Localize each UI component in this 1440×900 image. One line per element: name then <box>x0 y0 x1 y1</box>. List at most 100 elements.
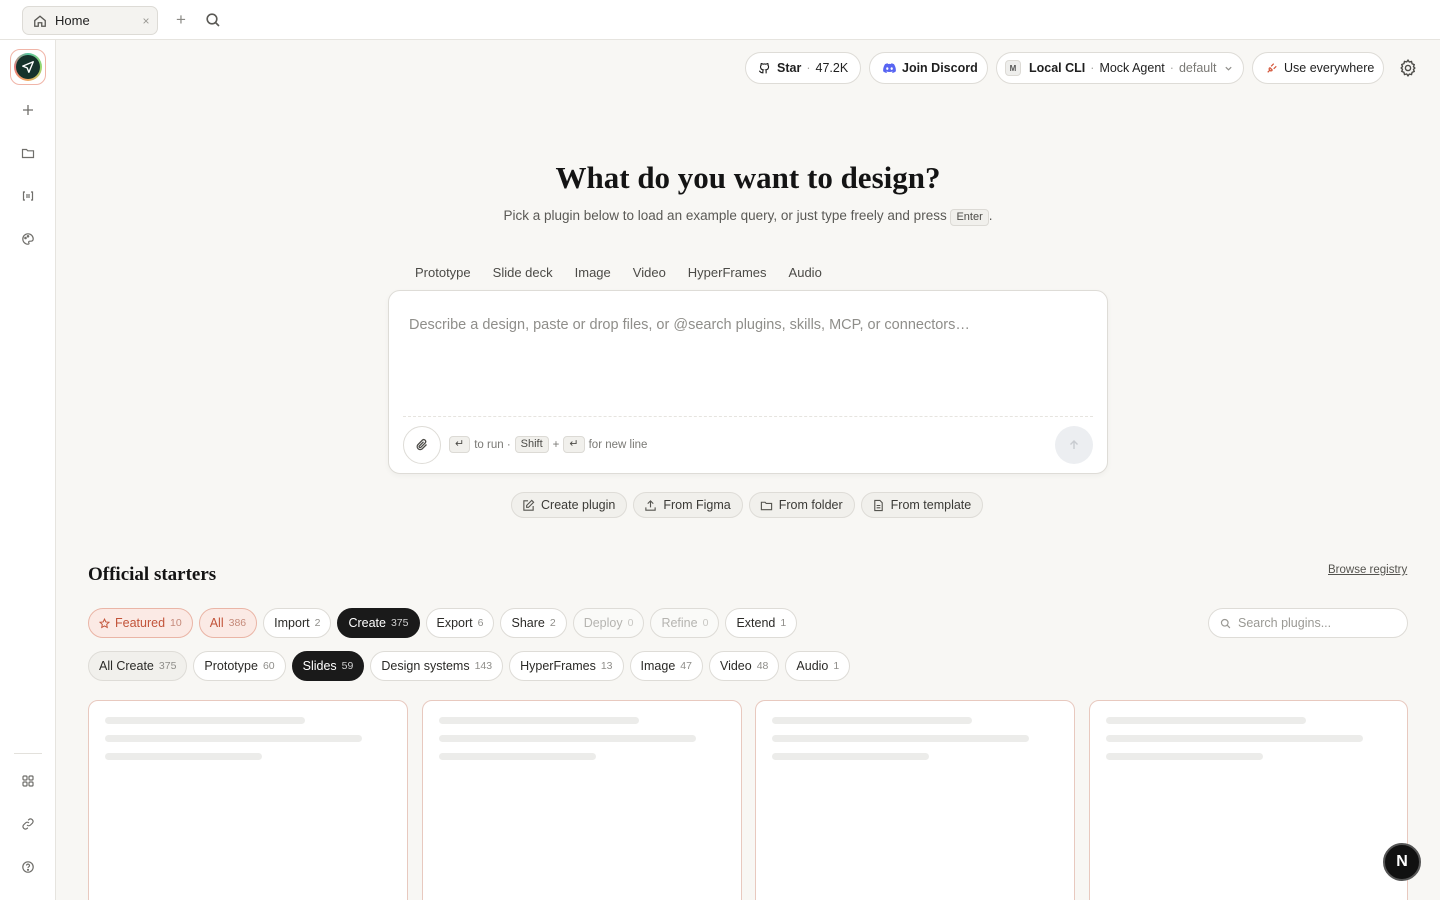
filter-import[interactable]: Import 2 <box>263 608 332 638</box>
subfilter-hyperframes-count: 13 <box>600 660 613 672</box>
attach-button[interactable] <box>403 426 441 464</box>
close-icon[interactable]: × <box>139 14 153 28</box>
subfilter-image[interactable]: Image 47 <box>629 651 703 681</box>
filter-deploy[interactable]: Deploy 0 <box>572 608 645 638</box>
hint-new-line-text: for new line <box>588 438 648 451</box>
agent-profile: default <box>1178 61 1217 75</box>
star-icon <box>99 617 110 628</box>
discord-icon <box>883 63 896 73</box>
starter-cards <box>88 700 1408 900</box>
star-separator: · <box>806 61 811 75</box>
starter-card-loading[interactable] <box>1089 700 1408 900</box>
from-figma-label: From Figma <box>663 498 731 512</box>
filter-refine[interactable]: Refine 0 <box>650 608 720 638</box>
subfilter-hyperframes[interactable]: HyperFrames 13 <box>509 651 624 681</box>
mode-tab-image[interactable]: Image <box>575 262 611 284</box>
mode-tab-video[interactable]: Video <box>633 262 666 284</box>
enter-key-hint-2: ↵ <box>563 436 585 453</box>
starters-title: Official starters <box>88 564 217 585</box>
skeleton-line <box>105 753 262 760</box>
edit-icon <box>523 499 535 511</box>
subfilter-design-systems[interactable]: Design systems 143 <box>370 651 504 681</box>
subfilter-slides[interactable]: Slides 59 <box>291 651 365 681</box>
composer-divider <box>403 416 1093 417</box>
filter-export[interactable]: Export 6 <box>425 608 495 638</box>
create-plugin-label: Create plugin <box>541 498 616 512</box>
settings-gear-icon[interactable] <box>1398 58 1418 78</box>
skeleton-line <box>105 717 305 724</box>
subfilter-prototype[interactable]: Prototype 60 <box>193 651 286 681</box>
tab-bar: Home × + <box>0 0 1440 40</box>
skeleton-line <box>439 717 639 724</box>
prompt-input[interactable]: Describe a design, paste or drop files, … <box>409 317 970 333</box>
starter-card-loading[interactable] <box>755 700 1075 900</box>
subfilter-audio[interactable]: Audio 1 <box>785 651 851 681</box>
link-icon[interactable] <box>20 816 36 832</box>
from-figma-button[interactable]: From Figma <box>633 492 743 518</box>
github-star-button[interactable]: Star · 47.2K <box>745 52 861 84</box>
palette-icon[interactable] <box>20 231 36 247</box>
grid-icon[interactable] <box>20 773 36 789</box>
star-count: 47.2K <box>815 61 849 75</box>
filter-all-count: 386 <box>228 617 247 629</box>
folder-icon[interactable] <box>20 145 36 161</box>
filter-create[interactable]: Create 375 <box>337 608 420 638</box>
subfilter-prototype-label: Prototype <box>204 659 258 673</box>
logo-ring <box>14 53 42 81</box>
category-filters: Featured 10 All 386 Import 2 Create 375 … <box>88 608 798 638</box>
subfilter-video-label: Video <box>719 659 752 673</box>
from-template-button[interactable]: From template <box>860 492 984 518</box>
create-plugin-button[interactable]: Create plugin <box>511 492 628 518</box>
filter-create-count: 375 <box>390 617 409 629</box>
agent-selector[interactable]: M Local CLI · Mock Agent · default <box>996 52 1244 84</box>
subfilter-all-create[interactable]: All Create 375 <box>88 651 188 681</box>
logo-core <box>16 55 40 79</box>
subcategory-filters: All Create 375 Prototype 60 Slides 59 De… <box>88 651 851 681</box>
upload-icon <box>645 499 657 511</box>
starter-card-loading[interactable] <box>88 700 408 900</box>
app-logo[interactable] <box>10 49 46 85</box>
mode-tab-prototype[interactable]: Prototype <box>415 262 471 284</box>
subfilter-video-count: 48 <box>756 660 769 672</box>
filter-create-label: Create <box>348 616 386 630</box>
help-icon[interactable] <box>20 859 36 875</box>
hint-plus: + <box>552 438 560 451</box>
home-icon <box>34 14 46 27</box>
skeleton-line <box>439 735 696 742</box>
from-folder-button[interactable]: From folder <box>748 492 855 518</box>
plug-icon <box>1267 63 1277 73</box>
use-everywhere-button[interactable]: Use everywhere <box>1252 52 1384 84</box>
subfilter-video[interactable]: Video 48 <box>708 651 780 681</box>
join-discord-button[interactable]: Join Discord <box>869 52 988 84</box>
plugin-search-input[interactable]: Search plugins... <box>1208 608 1408 638</box>
mode-tab-audio[interactable]: Audio <box>789 262 822 284</box>
framework-badge[interactable]: N <box>1383 843 1421 881</box>
mode-tabs: Prototype Slide deck Image Video HyperFr… <box>404 262 833 284</box>
filter-featured[interactable]: Featured 10 <box>88 608 193 638</box>
subfilter-design-systems-count: 143 <box>474 660 493 672</box>
filter-extend-label: Extend <box>736 616 776 630</box>
filter-share[interactable]: Share 2 <box>500 608 567 638</box>
subfilter-all-create-count: 375 <box>158 660 177 672</box>
plugin-search-placeholder: Search plugins... <box>1238 616 1332 630</box>
enter-key-hint: ↵ <box>449 436 471 453</box>
mode-tab-slide-deck[interactable]: Slide deck <box>493 262 553 284</box>
filter-refine-count: 0 <box>702 617 709 629</box>
add-tab-icon[interactable]: + <box>172 11 190 29</box>
skeleton-line <box>772 735 1029 742</box>
agent-source: Local CLI <box>1029 61 1086 75</box>
send-button[interactable] <box>1055 426 1093 464</box>
mode-tab-hyperframes[interactable]: HyperFrames <box>688 262 767 284</box>
filter-extend[interactable]: Extend 1 <box>725 608 798 638</box>
filter-all[interactable]: All 386 <box>198 608 258 638</box>
subfilter-slides-label: Slides <box>302 659 337 673</box>
agent-name: Mock Agent <box>1099 61 1165 75</box>
filter-refine-label: Refine <box>661 616 698 630</box>
browse-registry-link[interactable]: Browse registry <box>1328 564 1407 576</box>
tab-home[interactable]: Home × <box>22 6 158 35</box>
starter-card-loading[interactable] <box>422 700 742 900</box>
new-project-icon[interactable] <box>20 102 36 118</box>
search-icon[interactable] <box>204 11 222 29</box>
subfilter-design-systems-label: Design systems <box>381 659 470 673</box>
filter-featured-label: Featured <box>115 616 166 630</box>
